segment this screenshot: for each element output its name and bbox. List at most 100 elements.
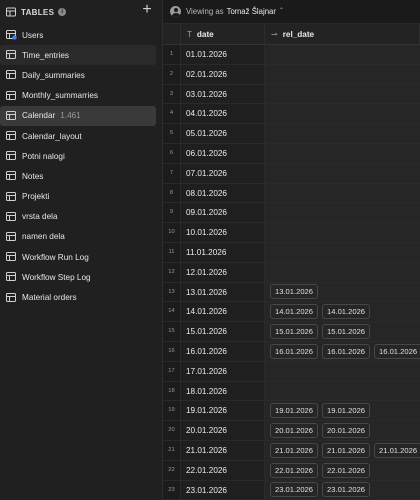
table-row[interactable]: 17 17.01.2026	[163, 361, 420, 382]
table-row[interactable]: 3 03.01.2026	[163, 84, 420, 105]
date-cell[interactable]: 01.01.2026	[181, 45, 265, 64]
rel-date-cell[interactable]	[265, 223, 420, 242]
rel-date-cell[interactable]	[265, 242, 420, 262]
table-row[interactable]: 8 08.01.2026	[163, 183, 420, 204]
rel-date-cell[interactable]	[265, 45, 420, 64]
sidebar-item-notes[interactable]: Notes	[0, 166, 156, 186]
rel-date-cell[interactable]: 15.01.2026 15.01.2026	[265, 322, 420, 341]
rel-date-cell[interactable]: 22.01.2026 22.01.2026	[265, 460, 420, 480]
table-row[interactable]: 12 12.01.2026	[163, 262, 420, 283]
chevron-updown-icon[interactable]: ⌃	[279, 8, 284, 15]
sidebar-item-namen-dela[interactable]: namen dela	[0, 227, 156, 247]
rel-date-cell[interactable]: 14.01.2026 14.01.2026	[265, 302, 420, 322]
column-header-rel-date[interactable]: ⇀ rel_date	[265, 24, 420, 44]
date-cell[interactable]: 07.01.2026	[181, 163, 265, 183]
relation-chip[interactable]: 21.01.2026	[374, 442, 420, 458]
date-cell[interactable]: 16.01.2026	[181, 341, 265, 361]
table-row[interactable]: 15 15.01.2026 15.01.2026 15.01.2026	[163, 322, 420, 342]
rel-date-cell[interactable]: 13.01.2026	[265, 282, 420, 302]
date-cell[interactable]: 23.01.2026	[181, 480, 265, 500]
relation-chip[interactable]: 16.01.2026	[322, 343, 371, 359]
relation-chip[interactable]: 14.01.2026	[322, 304, 371, 320]
rel-date-cell[interactable]	[265, 143, 420, 163]
add-table-button[interactable]: +	[140, 2, 154, 18]
sidebar-item-vrsta-dela[interactable]: vrsta dela	[0, 207, 156, 227]
rel-date-cell[interactable]	[265, 124, 420, 143]
relation-chip[interactable]: 21.01.2026	[270, 442, 319, 458]
rel-date-cell[interactable]	[265, 381, 420, 401]
sidebar-item-calendar[interactable]: Calendar 1.461	[0, 105, 156, 126]
rel-date-cell[interactable]	[265, 203, 420, 223]
table-row[interactable]: 10 10.01.2026	[163, 223, 420, 243]
table-row[interactable]: 1 01.01.2026	[163, 45, 420, 65]
rel-date-cell[interactable]: 19.01.2026 19.01.2026	[265, 401, 420, 421]
sidebar-item-projekti[interactable]: Projekti	[0, 187, 156, 207]
date-cell[interactable]: 17.01.2026	[181, 361, 265, 381]
date-cell[interactable]: 06.01.2026	[181, 143, 265, 163]
date-cell[interactable]: 09.01.2026	[181, 203, 265, 223]
rel-date-cell[interactable]	[265, 84, 420, 104]
rel-date-cell[interactable]	[265, 163, 420, 183]
table-row[interactable]: 23 23.01.2026 23.01.2026 23.01.2026	[163, 480, 420, 500]
date-cell[interactable]: 12.01.2026	[181, 262, 265, 282]
sidebar-item-users[interactable]: Users	[0, 25, 156, 45]
rel-date-cell[interactable]: 16.01.2026 16.01.2026 16.01.2026	[265, 341, 420, 361]
relation-chip[interactable]: 21.01.2026	[322, 442, 371, 458]
date-cell[interactable]: 04.01.2026	[181, 104, 265, 124]
table-row[interactable]: 5 05.01.2026	[163, 124, 420, 144]
relation-chip[interactable]: 13.01.2026	[270, 284, 319, 300]
date-cell[interactable]: 05.01.2026	[181, 124, 265, 143]
table-row[interactable]: 6 06.01.2026	[163, 143, 420, 164]
date-cell[interactable]: 15.01.2026	[181, 322, 265, 341]
table-row[interactable]: 22 22.01.2026 22.01.2026 22.01.2026	[163, 460, 420, 481]
table-row[interactable]: 18 18.01.2026	[163, 381, 420, 402]
sidebar-item-workflow-step-log[interactable]: Workflow Step Log	[0, 267, 156, 287]
relation-chip[interactable]: 15.01.2026	[322, 324, 371, 340]
relation-chip[interactable]: 16.01.2026	[270, 343, 319, 359]
table-row[interactable]: 9 09.01.2026	[163, 203, 420, 224]
date-cell[interactable]: 14.01.2026	[181, 302, 265, 322]
relation-chip[interactable]: 23.01.2026	[270, 482, 319, 498]
relation-chip[interactable]: 20.01.2026	[270, 423, 319, 439]
date-cell[interactable]: 08.01.2026	[181, 183, 265, 203]
table-row[interactable]: 20 20.01.2026 20.01.2026 20.01.2026	[163, 421, 420, 441]
relation-chip[interactable]: 15.01.2026	[270, 324, 319, 340]
table-row[interactable]: 16 16.01.2026 16.01.2026 16.01.2026 16.01.20…	[163, 341, 420, 362]
rel-date-cell[interactable]	[265, 361, 420, 381]
relation-chip[interactable]: 23.01.2026	[322, 482, 371, 498]
rel-date-cell[interactable]: 23.01.2026 23.01.2026	[265, 480, 420, 500]
relation-chip[interactable]: 19.01.2026	[270, 403, 319, 419]
rel-date-cell[interactable]	[265, 104, 420, 124]
relation-chip[interactable]: 22.01.2026	[270, 462, 319, 478]
column-header-date[interactable]: T date	[181, 24, 265, 44]
info-icon[interactable]: i	[58, 8, 67, 16]
rel-date-cell[interactable]: 20.01.2026 20.01.2026	[265, 421, 420, 440]
rel-date-cell[interactable]	[265, 183, 420, 203]
relation-chip[interactable]: 14.01.2026	[270, 304, 319, 320]
sidebar-item-monthly-summarries[interactable]: Monthly_summarries	[0, 86, 156, 106]
date-cell[interactable]: 03.01.2026	[181, 84, 265, 104]
date-cell[interactable]: 22.01.2026	[181, 460, 265, 480]
table-row[interactable]: 21 21.01.2026 21.01.2026 21.01.2026 21.01.20…	[163, 440, 420, 461]
rel-date-cell[interactable]	[265, 64, 420, 84]
date-cell[interactable]: 19.01.2026	[181, 401, 265, 421]
date-cell[interactable]: 21.01.2026	[181, 440, 265, 460]
date-cell[interactable]: 13.01.2026	[181, 282, 265, 302]
relation-chip[interactable]: 20.01.2026	[322, 423, 371, 439]
sidebar-item-daily-summaries[interactable]: Daily_summaries	[0, 65, 156, 85]
table-row[interactable]: 14 14.01.2026 14.01.2026 14.01.2026	[163, 302, 420, 323]
date-cell[interactable]: 10.01.2026	[181, 223, 265, 242]
sidebar-item-potni-nalogi[interactable]: Potni nalogi	[0, 146, 156, 166]
sidebar-item-calendar-layout[interactable]: Calendar_layout	[0, 126, 156, 146]
table-row[interactable]: 7 07.01.2026	[163, 163, 420, 184]
date-cell[interactable]: 02.01.2026	[181, 64, 265, 84]
sidebar-item-material-orders[interactable]: Material orders	[0, 287, 156, 307]
viewing-as-user-select[interactable]: Tomaž Šlajnar	[227, 7, 276, 16]
table-row[interactable]: 4 04.01.2026	[163, 104, 420, 125]
table-row[interactable]: 2 02.01.2026	[163, 64, 420, 85]
rel-date-cell[interactable]: 21.01.2026 21.01.2026 21.01.2026	[265, 440, 420, 460]
date-cell[interactable]: 20.01.2026	[181, 421, 265, 440]
relation-chip[interactable]: 22.01.2026	[322, 462, 371, 478]
date-cell[interactable]: 18.01.2026	[181, 381, 265, 401]
sidebar-item-time-entries[interactable]: Time_entries	[0, 45, 156, 66]
